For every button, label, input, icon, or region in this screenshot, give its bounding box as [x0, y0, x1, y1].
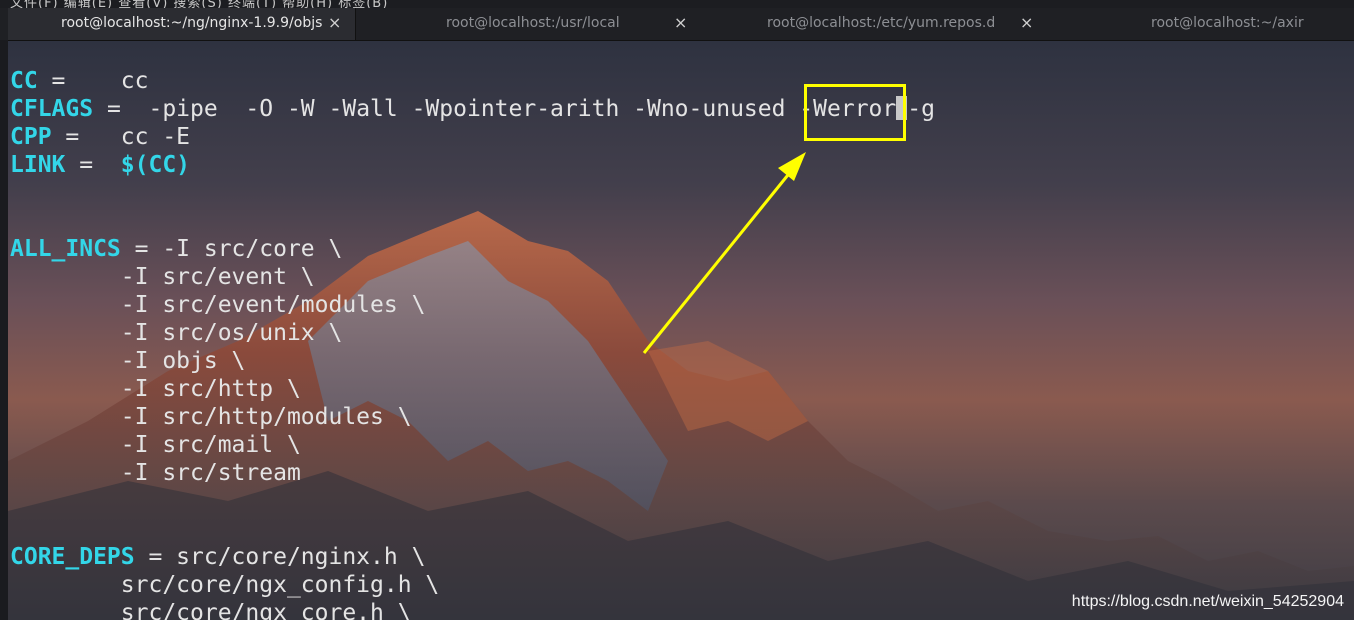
close-icon[interactable]: ×	[1020, 8, 1033, 38]
menu-bar-text: 文件(F) 编辑(E) 查看(V) 搜索(S) 终端(T) 帮助(H) 标签(B…	[10, 0, 389, 8]
tab-yum-repos[interactable]: root@localhost:/etc/yum.repos.d ×	[698, 8, 1043, 40]
watermark: https://blog.csdn.net/weixin_54252904	[1071, 593, 1344, 610]
tab-nginx-objs[interactable]: root@localhost:~/ng/nginx-1.9.9/objs ×	[8, 8, 356, 40]
tab-label: root@localhost:~/axir	[1151, 15, 1304, 31]
close-icon[interactable]: ×	[674, 8, 687, 38]
tab-bar: root@localhost:~/ng/nginx-1.9.9/objs × r…	[0, 8, 1354, 41]
close-icon[interactable]: ×	[328, 8, 341, 38]
tab-label: root@localhost:/usr/local	[446, 15, 620, 31]
window-edge	[0, 40, 8, 620]
tab-label: root@localhost:~/ng/nginx-1.9.9/objs	[61, 15, 323, 31]
annotation-arrow	[642, 152, 806, 354]
tab-usr-local[interactable]: root@localhost:/usr/local ×	[357, 8, 697, 40]
tab-axir[interactable]: root@localhost:~/axir	[1044, 8, 1354, 40]
terminal-area[interactable]: CC = cc CFLAGS = -pipe -O -W -Wall -Wpoi…	[8, 41, 1354, 620]
tab-label: root@localhost:/etc/yum.repos.d	[767, 15, 996, 31]
menu-bar: 文件(F) 编辑(E) 查看(V) 搜索(S) 终端(T) 帮助(H) 标签(B…	[0, 0, 1354, 8]
